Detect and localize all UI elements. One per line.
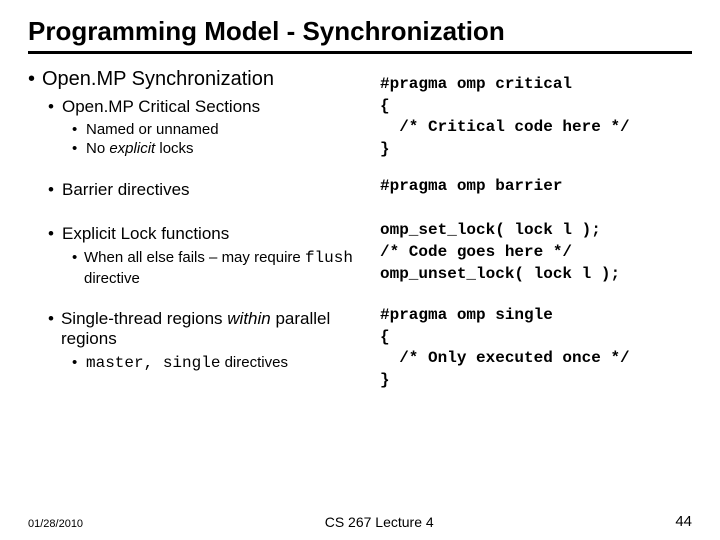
text-frag: When all else fails – may require (84, 249, 305, 266)
bullet-l3: • No explicit locks (72, 140, 366, 157)
footer: 01/28/2010 CS 267 Lecture 4 44 (0, 513, 720, 530)
code-block-barrier: #pragma omp barrier (380, 176, 692, 198)
row-barrier: • Barrier directives #pragma omp barrier (28, 176, 692, 204)
text-frag: Single-thread regions (61, 309, 227, 328)
slide: Programming Model - Synchronization • Op… (0, 0, 720, 399)
bullet-text: No explicit locks (86, 140, 194, 157)
text-code-inline: flush (305, 249, 353, 267)
bullet-mark: • (48, 180, 62, 200)
row-right: #pragma omp barrier (380, 176, 692, 204)
bullet-mark: • (48, 97, 62, 117)
bullet-text: Open.MP Critical Sections (62, 97, 260, 117)
left-column: • Open.MP Synchronization • Open.MP Crit… (28, 68, 366, 160)
footer-center: CS 267 Lecture 4 (83, 514, 675, 530)
bullet-mark: • (72, 354, 86, 371)
bullet-text: When all else fails – may require flush … (84, 248, 366, 287)
bullet-l2: • Single-thread regions within parallel … (48, 309, 366, 349)
row-left: • Barrier directives (28, 176, 366, 204)
bullet-mark: • (72, 249, 84, 266)
row-left: • Single-thread regions within parallel … (28, 305, 366, 391)
bullet-text: Explicit Lock functions (62, 224, 229, 244)
text-italic: explicit (109, 140, 155, 157)
bullet-l2: • Explicit Lock functions (48, 224, 366, 244)
slide-title: Programming Model - Synchronization (28, 16, 692, 54)
right-column: #pragma omp critical { /* Critical code … (380, 68, 692, 160)
bullet-text: Single-thread regions within parallel re… (61, 309, 366, 349)
bullet-text: Barrier directives (62, 180, 190, 200)
code-block-single: #pragma omp single { /* Only executed on… (380, 305, 692, 391)
text-frag: directive (84, 270, 140, 287)
bullet-text: Open.MP Synchronization (42, 68, 274, 91)
bullet-mark: • (48, 224, 62, 244)
bullet-l2: • Barrier directives (48, 180, 366, 200)
code-block-critical: #pragma omp critical { /* Critical code … (380, 74, 692, 160)
text-frag: No (86, 140, 109, 157)
row-left: • Explicit Lock functions • When all els… (28, 220, 366, 289)
code-block-lock: omp_set_lock( lock l ); /* Code goes her… (380, 220, 692, 285)
row-right: #pragma omp single { /* Only executed on… (380, 305, 692, 391)
footer-page-number: 44 (675, 513, 692, 530)
row-single: • Single-thread regions within parallel … (28, 305, 692, 391)
bullet-l3: • Named or unnamed (72, 121, 366, 138)
text-code-inline: master, single (86, 354, 220, 372)
bullet-mark: • (72, 140, 86, 157)
text-frag: directives (220, 354, 288, 371)
bullet-text: Named or unnamed (86, 121, 219, 138)
footer-date: 01/28/2010 (28, 518, 83, 530)
bullet-l3: • When all else fails – may require flus… (72, 248, 366, 287)
text-italic: within (227, 309, 270, 328)
row-lock: • Explicit Lock functions • When all els… (28, 220, 692, 289)
bullet-mark: • (28, 68, 42, 91)
bullet-mark: • (48, 309, 61, 329)
bullet-l1: • Open.MP Synchronization (28, 68, 366, 91)
content-columns: • Open.MP Synchronization • Open.MP Crit… (28, 68, 692, 160)
bullet-l2: • Open.MP Critical Sections (48, 97, 366, 117)
text-frag: locks (155, 140, 193, 157)
bullet-mark: • (72, 121, 86, 138)
bullet-l3: • master, single directives (72, 353, 366, 375)
row-right: omp_set_lock( lock l ); /* Code goes her… (380, 220, 692, 289)
bullet-text: master, single directives (86, 353, 288, 375)
